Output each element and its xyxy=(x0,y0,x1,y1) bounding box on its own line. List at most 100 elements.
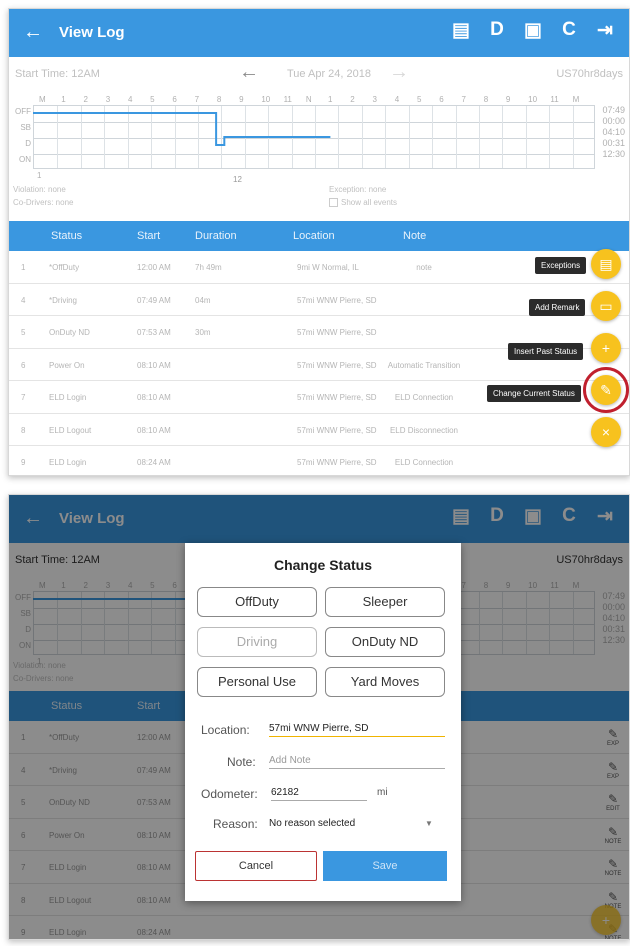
row-label: ON xyxy=(19,155,31,164)
cell-location: 57mi WNW Pierre, SD xyxy=(297,328,377,337)
offduty-button[interactable]: OffDuty xyxy=(197,587,317,617)
cell-note: ELD Connection xyxy=(394,458,454,467)
insert-past-tooltip: Insert Past Status xyxy=(508,343,584,360)
change-current-tooltip: Change Current Status xyxy=(487,385,581,402)
codrivers-text: Co-Drivers: none xyxy=(13,198,74,207)
table-row[interactable]: 9 ELD Login 08:24 AM 57mi WNW Pierre, SD ELD… xyxy=(9,446,629,475)
personal-use-button[interactable]: Personal Use xyxy=(197,667,317,697)
duty-status-graph: M1234567891011N1234567891011MOFFSBDON107… xyxy=(9,91,629,184)
onduty-nd-button[interactable]: OnDuty ND xyxy=(325,627,445,657)
col-location: Location xyxy=(293,230,335,242)
cancel-button[interactable]: Cancel xyxy=(195,851,317,881)
yard-moves-button[interactable]: Yard Moves xyxy=(325,667,445,697)
cell-duration: 04m xyxy=(195,295,211,305)
table-row[interactable]: 8 ELD Logout 08:10 AM 57mi WNW Pierre, SD EL… xyxy=(9,414,629,446)
log-date: Tue Apr 24, 2018 xyxy=(287,68,371,80)
duty-line xyxy=(33,112,331,146)
row-label: SB xyxy=(20,123,31,132)
hour-label: 2 xyxy=(83,95,88,104)
hour-label: N xyxy=(305,95,312,104)
duty-total: 00:31 xyxy=(602,138,625,148)
change-status-dialog: Change Status OffDuty Sleeper Driving On… xyxy=(185,543,461,901)
duty-status-line xyxy=(33,112,331,146)
logout-icon[interactable]: ⇥ xyxy=(587,19,623,42)
hour-label: 3 xyxy=(372,95,377,104)
cell-n: 9 xyxy=(21,458,26,467)
cell-start: 07:49 AM xyxy=(137,295,171,305)
cell-status: OnDuty ND xyxy=(49,328,90,337)
row-label: D xyxy=(25,139,31,148)
cell-n: 7 xyxy=(21,393,26,402)
note-input[interactable]: Add Note xyxy=(269,755,445,769)
refresh-icon[interactable]: C xyxy=(551,19,587,42)
show-all-events[interactable]: Show all events xyxy=(329,196,397,209)
screenshot-change-status: ← View Log ▤ D ▣ C ⇥ Start Time: 12AM US… xyxy=(8,494,630,940)
driving-button[interactable]: Driving xyxy=(197,627,317,657)
checkbox-icon[interactable] xyxy=(329,198,338,208)
page-title: View Log xyxy=(59,24,125,41)
odometer-input[interactable]: 62182 xyxy=(271,787,367,801)
close-fab[interactable]: × xyxy=(591,417,621,447)
col-status: Status xyxy=(51,230,83,242)
hour-label: 5 xyxy=(416,95,422,104)
sleeper-button[interactable]: Sleeper xyxy=(325,587,445,617)
cell-start: 12:00 AM xyxy=(137,263,171,272)
chevron-down-icon[interactable]: ▼ xyxy=(425,819,433,828)
duty-totals: 07:49 00:00 04:10 00:31 12:30 xyxy=(602,105,625,160)
eld-device-icon[interactable]: ▣ xyxy=(515,19,551,42)
d-icon[interactable]: D xyxy=(479,19,515,42)
hour-label: 9 xyxy=(505,95,511,104)
cell-n: 6 xyxy=(21,360,26,370)
cell-location: 57mi WNW Pierre, SD xyxy=(297,393,377,402)
cycle-rule: US70hr8days xyxy=(556,68,623,80)
cell-start: 08:24 AM xyxy=(137,458,171,467)
message-icon[interactable]: ▤ xyxy=(443,19,479,42)
hour-label: 11 xyxy=(550,95,559,104)
hour-label: 1 xyxy=(37,171,42,180)
reason-label: Reason: xyxy=(213,817,258,831)
insert-past-status-fab[interactable]: + xyxy=(591,333,621,363)
arrow-left-icon[interactable]: ← xyxy=(23,21,43,44)
cell-location: 57mi WNW Pierre, SD xyxy=(297,458,377,467)
cell-start: 07:53 AM xyxy=(137,328,171,337)
cell-note: note xyxy=(416,263,432,272)
event-marker: 12 xyxy=(233,175,242,184)
cell-duration: 7h 49m xyxy=(195,263,222,272)
cell-status: *Driving xyxy=(49,295,78,305)
cell-n: 5 xyxy=(21,328,26,337)
hour-label: 4 xyxy=(394,95,400,104)
exception-info: Exception: none Show all events xyxy=(329,183,397,209)
cell-duration: 30m xyxy=(195,328,211,337)
next-day-icon[interactable]: → xyxy=(389,61,409,84)
reason-select[interactable]: No reason selected xyxy=(269,818,445,831)
start-time: Start Time: 12AM xyxy=(15,68,100,80)
duty-total: 00:00 xyxy=(602,116,625,126)
date-bar: Start Time: 12AM ← Tue Apr 24, 2018 → US… xyxy=(9,57,629,91)
app-bar: ← View Log ▤ D ▣ C ⇥ xyxy=(9,9,629,57)
hour-label: M xyxy=(39,95,46,104)
highlight-ring xyxy=(583,367,629,413)
row-label: OFF xyxy=(15,107,31,116)
add-remark-fab[interactable]: ▭ xyxy=(591,291,621,321)
duty-total: 07:49 xyxy=(602,105,625,115)
hour-label: 8 xyxy=(483,95,489,104)
location-input[interactable]: 57mi WNW Pierre, SD xyxy=(269,723,445,737)
hour-label: 6 xyxy=(439,95,444,104)
exception-text: Exception: none xyxy=(329,185,387,194)
odometer-label: Odometer: xyxy=(201,787,258,801)
cell-status: ELD Login xyxy=(49,458,87,467)
hour-label: 11 xyxy=(283,95,292,104)
save-button[interactable]: Save xyxy=(323,851,447,881)
duty-total: 04:10 xyxy=(602,127,625,137)
hour-label: M xyxy=(572,95,580,104)
prev-day-icon[interactable]: ← xyxy=(239,61,259,84)
dialog-title: Change Status xyxy=(273,557,372,573)
cell-status: ELD Login xyxy=(49,393,87,402)
cell-n: 8 xyxy=(21,425,26,435)
violation-info: Violation: none Co-Drivers: none xyxy=(13,183,73,209)
cell-note: ELD Connection xyxy=(394,393,454,402)
location-label: Location: xyxy=(201,723,250,737)
exceptions-fab[interactable]: ▤ xyxy=(591,249,621,279)
hour-label: 2 xyxy=(350,95,355,104)
cell-n: 4 xyxy=(21,295,26,305)
